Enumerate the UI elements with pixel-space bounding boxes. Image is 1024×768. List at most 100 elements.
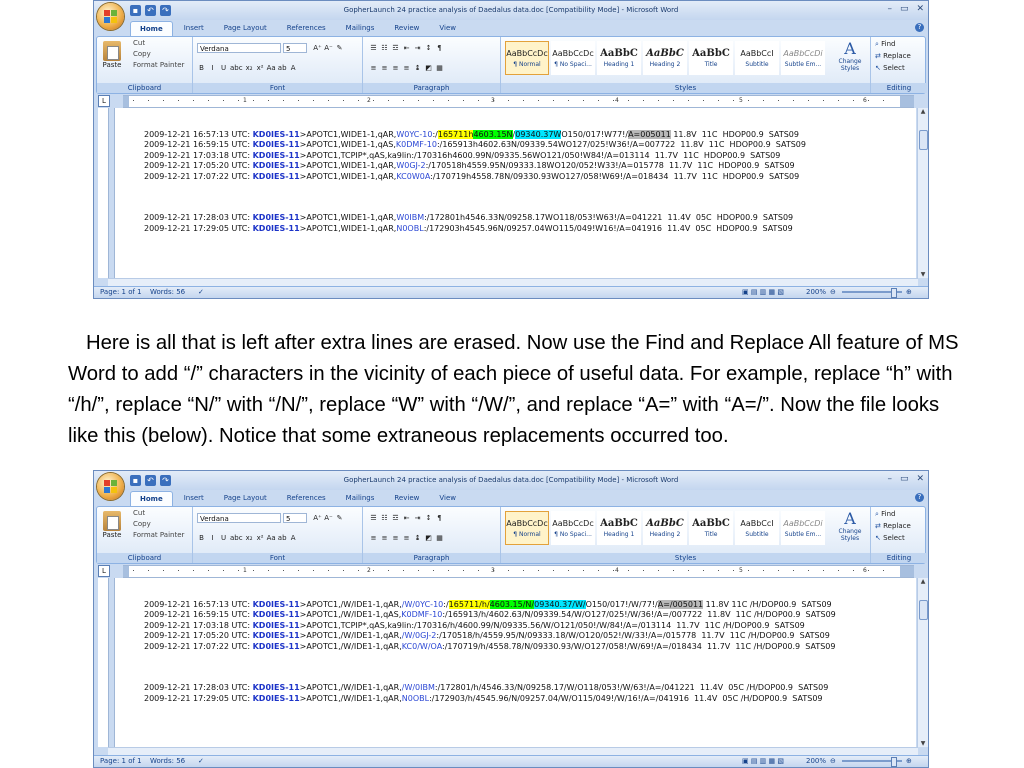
word-count[interactable]: Words: 56 [150, 756, 185, 767]
align-center-icon[interactable]: ≡ [380, 63, 389, 73]
font-name-select[interactable]: Verdana [197, 43, 281, 53]
borders-icon[interactable]: ▦ [435, 533, 444, 543]
tab-home[interactable]: Home [130, 491, 173, 506]
tab-review[interactable]: Review [385, 491, 428, 506]
strikethrough-icon[interactable]: abc [230, 533, 243, 543]
style-heading[interactable]: AaBbC Heading 2 [643, 511, 687, 545]
font-name-select[interactable]: Verdana [197, 513, 281, 523]
underline-icon[interactable]: U [219, 63, 228, 73]
minimize-icon[interactable]: – [887, 4, 892, 14]
highlight-icon[interactable]: ab [278, 533, 287, 543]
scroll-thumb[interactable] [919, 130, 928, 150]
scroll-up-arrow[interactable]: ▲ [918, 108, 928, 115]
superscript-icon[interactable]: x² [256, 63, 265, 73]
zoom-in-icon[interactable]: ⊕ [906, 756, 912, 767]
word-count[interactable]: Words: 56 [150, 287, 185, 298]
shrink-font-icon[interactable]: A⁻ [324, 43, 333, 53]
paste-button[interactable]: Paste [101, 511, 123, 547]
line-spacing-icon[interactable]: ↨ [413, 63, 422, 73]
scroll-up-arrow[interactable]: ▲ [918, 578, 928, 585]
multilevel-icon[interactable]: ☲ [391, 513, 400, 523]
grow-font-icon[interactable]: A⁺ [313, 43, 322, 53]
office-button[interactable] [97, 3, 124, 30]
style-heading[interactable]: AaBbC Heading 1 [597, 511, 641, 545]
font-size-select[interactable]: 5 [283, 43, 307, 53]
scroll-thumb[interactable] [919, 600, 928, 620]
format-painter-button[interactable]: Format Painter [133, 61, 184, 69]
bullets-icon[interactable]: ☰ [369, 43, 378, 53]
tab-view[interactable]: View [430, 491, 465, 506]
proofing-icon[interactable]: ✓ [198, 287, 204, 298]
tab-selector-icon[interactable]: L [98, 95, 110, 107]
style-no-spaci[interactable]: AaBbCcDc ¶ No Spaci... [551, 41, 595, 75]
font-color-icon[interactable]: A [289, 533, 298, 543]
find-button[interactable]: ⌕ Find [875, 40, 896, 49]
tab-insert[interactable]: Insert [175, 21, 213, 36]
align-right-icon[interactable]: ≡ [391, 533, 400, 543]
tab-review[interactable]: Review [385, 21, 428, 36]
justify-icon[interactable]: ≡ [402, 63, 411, 73]
cut-button[interactable]: Cut [133, 39, 145, 47]
tab-selector-icon[interactable]: L [98, 565, 110, 577]
document-page[interactable]: 2009-12-21 16:57:13 UTC: KD0IES-11>APOTC… [114, 578, 916, 747]
italic-icon[interactable]: I [208, 63, 217, 73]
bullets-icon[interactable]: ☰ [369, 513, 378, 523]
numbering-icon[interactable]: ☷ [380, 43, 389, 53]
zoom-out-icon[interactable]: ⊖ [830, 756, 836, 767]
subscript-icon[interactable]: x₂ [245, 533, 254, 543]
select-button[interactable]: ↖ Select [875, 64, 905, 72]
vertical-scrollbar[interactable]: ▲ ▼ [917, 108, 928, 278]
font-color-icon[interactable]: A [289, 63, 298, 73]
restore-icon[interactable]: ▭ [900, 474, 909, 484]
horizontal-ruler[interactable]: 123456 [123, 565, 914, 578]
grow-font-icon[interactable]: A⁺ [313, 513, 322, 523]
strikethrough-icon[interactable]: abc [230, 63, 243, 73]
superscript-icon[interactable]: x² [256, 533, 265, 543]
view-buttons[interactable]: ▣ ▤ ▥ ▦ ▧ [742, 287, 784, 298]
tab-references[interactable]: References [278, 491, 335, 506]
horizontal-ruler[interactable]: 123456 [123, 95, 914, 108]
shading-icon[interactable]: ◩ [424, 63, 433, 73]
minimize-icon[interactable]: – [887, 474, 892, 484]
style-normal[interactable]: AaBbCcDc ¶ Normal [505, 511, 549, 545]
clear-format-icon[interactable]: ✎ [335, 43, 344, 53]
sort-icon[interactable]: ↕ [424, 43, 433, 53]
align-center-icon[interactable]: ≡ [380, 533, 389, 543]
decrease-indent-icon[interactable]: ⇤ [402, 43, 411, 53]
copy-button[interactable]: Copy [133, 520, 151, 528]
highlight-icon[interactable]: ab [278, 63, 287, 73]
font-size-select[interactable]: 5 [283, 513, 307, 523]
view-buttons[interactable]: ▣ ▤ ▥ ▦ ▧ [742, 756, 784, 767]
borders-icon[interactable]: ▦ [435, 63, 444, 73]
restore-icon[interactable]: ▭ [900, 4, 909, 14]
subscript-icon[interactable]: x₂ [245, 63, 254, 73]
help-icon[interactable]: ? [915, 493, 924, 502]
zoom-in-icon[interactable]: ⊕ [906, 287, 912, 298]
style-heading[interactable]: AaBbC Heading 1 [597, 41, 641, 75]
increase-indent-icon[interactable]: ⇥ [413, 43, 422, 53]
shrink-font-icon[interactable]: A⁻ [324, 513, 333, 523]
style-title[interactable]: AaBbC Title [689, 41, 733, 75]
close-icon[interactable]: ✕ [916, 474, 924, 484]
style-normal[interactable]: AaBbCcDc ¶ Normal [505, 41, 549, 75]
scroll-down-arrow[interactable]: ▼ [918, 740, 928, 747]
style-title[interactable]: AaBbC Title [689, 511, 733, 545]
zoom-level[interactable]: 200% [806, 287, 826, 298]
numbering-icon[interactable]: ☷ [380, 513, 389, 523]
style-subtle-em[interactable]: AaBbCcDi Subtle Em... [781, 41, 825, 75]
zoom-slider-knob[interactable] [891, 288, 897, 298]
paste-button[interactable]: Paste [101, 41, 123, 77]
tab-page-layout[interactable]: Page Layout [215, 21, 276, 36]
multilevel-icon[interactable]: ☲ [391, 43, 400, 53]
format-painter-button[interactable]: Format Painter [133, 531, 184, 539]
zoom-slider-knob[interactable] [891, 757, 897, 767]
page-count[interactable]: Page: 1 of 1 [100, 287, 142, 298]
find-button[interactable]: ⌕ Find [875, 510, 896, 519]
italic-icon[interactable]: I [208, 533, 217, 543]
replace-button[interactable]: ⇄ Replace [875, 52, 911, 60]
select-button[interactable]: ↖ Select [875, 534, 905, 542]
style-subtitle[interactable]: AaBbCcI Subtitle [735, 511, 779, 545]
tab-references[interactable]: References [278, 21, 335, 36]
office-button[interactable] [97, 473, 124, 500]
tab-mailings[interactable]: Mailings [337, 21, 384, 36]
